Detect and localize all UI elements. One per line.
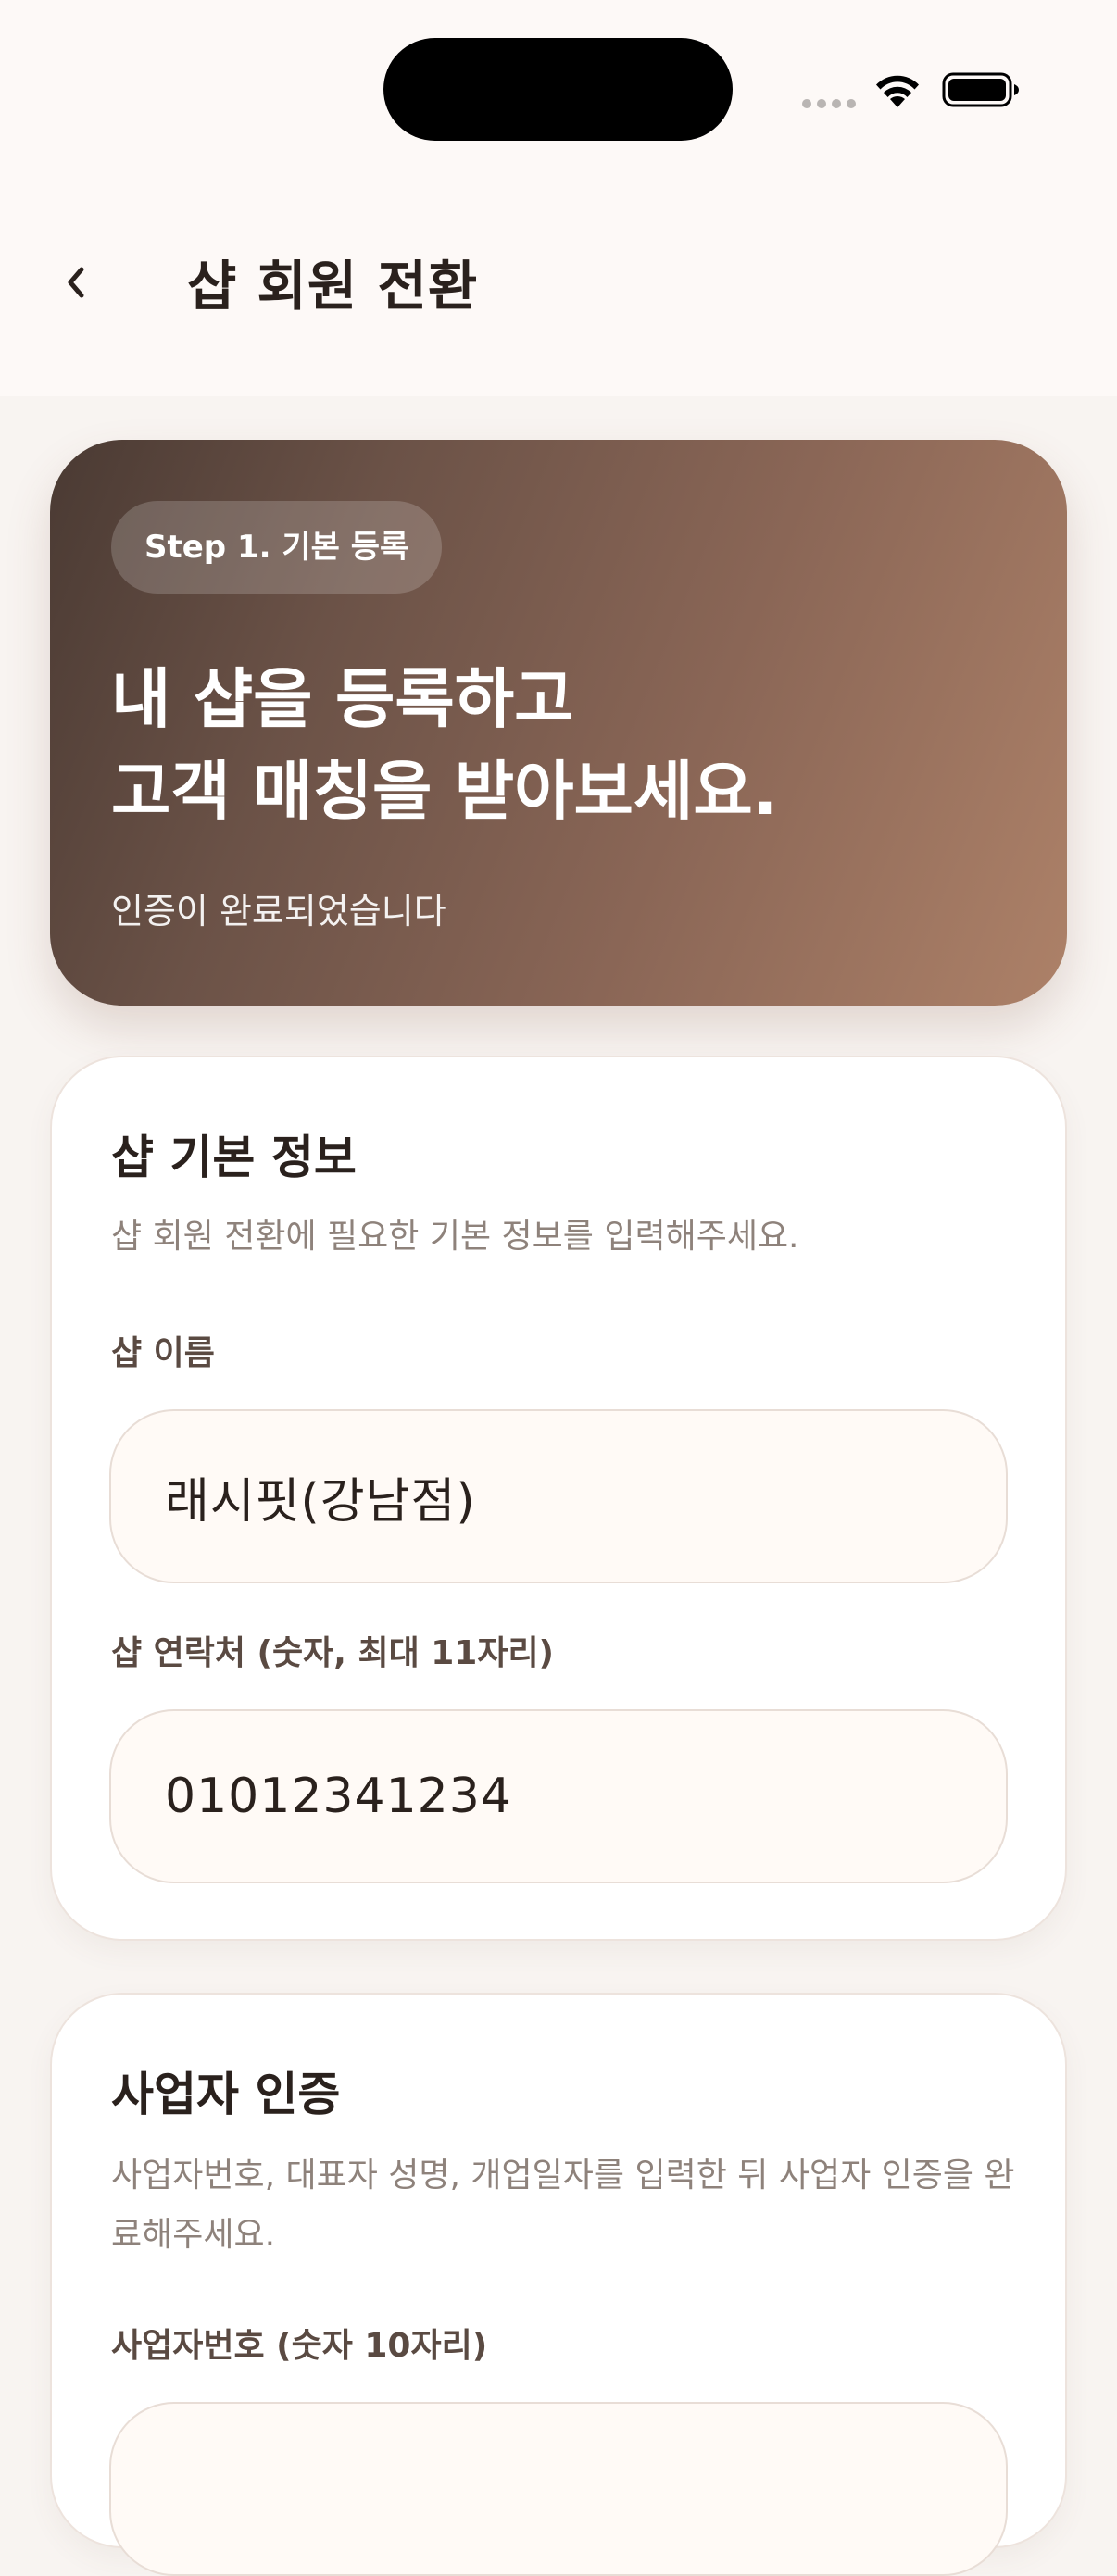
hero-headline-line1: 내 샵을 등록하고 (111, 661, 574, 737)
shop-contact-label: 샵 연락처 (숫자, 최대 11자리) (111, 1634, 555, 1672)
hero-subtitle: 인증이 완료되었습니다 (111, 891, 446, 932)
business-number-label: 사업자번호 (숫자 10자리) (111, 2327, 488, 2365)
section-description: 샵 회원 전환에 필요한 기본 정보를 입력해주세요. (111, 1218, 799, 1256)
hero-headline-line2: 고객 매칭을 받아보세요. (111, 754, 778, 830)
shop-name-input[interactable] (109, 1409, 1008, 1583)
dynamic-island (383, 38, 733, 141)
step-badge: Step 1. 기본 등록 (111, 501, 443, 594)
hero-headline: 내 샵을 등록하고 고객 매칭을 받아보세요. (111, 653, 777, 838)
business-number-input[interactable] (109, 2402, 1008, 2576)
shop-contact-input[interactable] (109, 1709, 1008, 1883)
shop-name-label: 샵 이름 (111, 1334, 215, 1372)
basic-info-card: 샵 기본 정보 샵 회원 전환에 필요한 기본 정보를 입력해주세요. 샵 이름… (50, 1056, 1067, 1941)
page-title: 샵 회원 전환 (187, 255, 479, 318)
section-description: 사업자번호, 대표자 성명, 개업일자를 입력한 뒤 사업자 인증을 완료해주세… (111, 2157, 1015, 2254)
wifi-icon (876, 75, 919, 107)
chevron-left-icon (68, 267, 84, 298)
battery-icon (942, 72, 1019, 107)
back-button[interactable] (48, 250, 104, 315)
status-bar (0, 0, 1117, 185)
section-title: 사업자 인증 (111, 2068, 341, 2121)
business-verification-card: 사업자 인증 사업자번호, 대표자 성명, 개업일자를 입력한 뒤 사업자 인증… (50, 1993, 1067, 2576)
nav-header: 샵 회원 전환 (0, 185, 1117, 396)
cellular-signal-icon (802, 99, 856, 108)
hero-banner: Step 1. 기본 등록 내 샵을 등록하고 고객 매칭을 받아보세요. 인증… (50, 440, 1067, 1006)
section-title: 샵 기본 정보 (111, 1131, 357, 1184)
